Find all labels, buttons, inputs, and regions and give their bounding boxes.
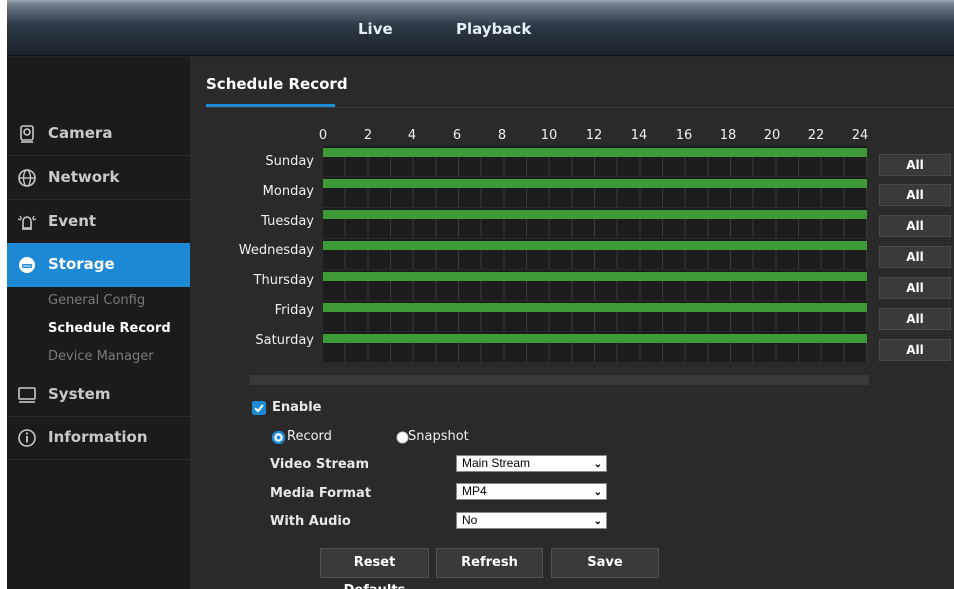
hour-label: 2	[363, 128, 373, 143]
record-bar	[323, 272, 867, 281]
sidebar-item-event[interactable]: Event	[7, 200, 190, 244]
sidebar-item-storage[interactable]: Storage	[7, 243, 200, 287]
snapshot-radio-label: Snapshot	[408, 429, 469, 444]
chevron-down-icon: ⌄	[593, 487, 602, 498]
video-stream-value: Main Stream	[462, 456, 531, 470]
divider	[206, 107, 954, 108]
main-panel: Schedule Record 0 2 4 6 8 10 12 14 16 18…	[190, 57, 954, 589]
sidebar-subitem-general-config[interactable]: General Config	[48, 293, 145, 308]
schedule-grid	[323, 312, 867, 331]
record-radio[interactable]	[272, 431, 285, 444]
all-button-saturday[interactable]: All	[879, 339, 951, 361]
day-label-wednesday: Wednesday	[238, 243, 314, 258]
day-label-thursday: Thursday	[253, 273, 314, 288]
day-label-tuesday: Tuesday	[261, 214, 314, 229]
hour-label: 18	[719, 128, 737, 143]
media-format-value: MP4	[462, 484, 487, 498]
media-format-select[interactable]: MP4 ⌄	[456, 483, 607, 500]
hour-label: 20	[763, 128, 781, 143]
sidebar-item-label: Network	[48, 168, 120, 186]
schedule-row-sunday[interactable]	[323, 146, 867, 176]
nav-playback[interactable]: Playback	[456, 20, 531, 38]
enable-checkbox[interactable]	[252, 401, 266, 415]
sidebar-item-label: Camera	[48, 124, 113, 142]
monitor-icon	[18, 387, 36, 403]
hour-label: 14	[630, 128, 648, 143]
day-label-sunday: Sunday	[265, 154, 314, 169]
sidebar-item-information[interactable]: Information	[7, 416, 190, 460]
top-navigation-bar: Live Playback	[7, 0, 954, 56]
with-audio-value: No	[462, 513, 478, 527]
enable-label: Enable	[272, 400, 322, 415]
save-button[interactable]: Save	[551, 548, 659, 578]
schedule-row-thursday[interactable]	[323, 270, 867, 300]
day-label-monday: Monday	[262, 184, 314, 199]
with-audio-select[interactable]: No ⌄	[456, 512, 607, 529]
hour-label: 10	[540, 128, 558, 143]
sidebar-subitem-schedule-record[interactable]: Schedule Record	[48, 321, 171, 336]
sidebar-item-network[interactable]: Network	[7, 156, 190, 200]
record-bar	[323, 334, 867, 343]
page-title[interactable]: Schedule Record	[206, 75, 348, 93]
schedule-grid	[323, 219, 867, 238]
schedule-row-wednesday[interactable]	[323, 239, 867, 269]
sidebar-item-label: Storage	[48, 255, 115, 273]
all-button-sunday[interactable]: All	[879, 154, 951, 176]
storage-icon	[19, 257, 35, 273]
schedule-grid	[323, 157, 867, 176]
sidebar-item-system[interactable]: System	[7, 373, 190, 417]
sidebar-item-label: Information	[48, 428, 148, 446]
hour-label: 8	[497, 128, 507, 143]
record-bar	[323, 148, 867, 157]
all-button-wednesday[interactable]: All	[879, 246, 951, 268]
record-radio-label: Record	[287, 429, 332, 444]
hour-label: 16	[675, 128, 693, 143]
sidebar-item-label: Event	[48, 212, 97, 230]
schedule-row-friday[interactable]	[323, 301, 867, 331]
record-bar	[323, 179, 867, 188]
sidebar-item-label: System	[48, 385, 111, 403]
hour-label: 4	[407, 128, 417, 143]
all-button-thursday[interactable]: All	[879, 277, 951, 299]
globe-icon	[18, 169, 36, 187]
hour-label: 24	[851, 128, 869, 143]
hour-label: 12	[585, 128, 603, 143]
video-stream-select[interactable]: Main Stream ⌄	[456, 455, 607, 472]
all-button-monday[interactable]: All	[879, 184, 951, 206]
schedule-row-saturday[interactable]	[323, 332, 867, 362]
camera-icon	[20, 125, 34, 143]
schedule-grid	[323, 343, 867, 362]
info-icon	[18, 429, 36, 447]
hour-label: 6	[452, 128, 462, 143]
sidebar-subitem-device-manager[interactable]: Device Manager	[48, 349, 154, 364]
chevron-down-icon: ⌄	[593, 459, 602, 470]
day-label-friday: Friday	[274, 303, 314, 318]
schedule-row-monday[interactable]	[323, 177, 867, 207]
with-audio-label: With Audio	[270, 514, 351, 529]
hour-label: 22	[807, 128, 825, 143]
schedule-grid	[323, 188, 867, 207]
record-bar	[323, 210, 867, 219]
alarm-icon	[17, 215, 37, 230]
video-stream-label: Video Stream	[270, 457, 369, 472]
schedule-row-tuesday[interactable]	[323, 208, 867, 238]
record-bar	[323, 303, 867, 312]
schedule-grid	[323, 250, 867, 269]
hour-label: 0	[318, 128, 328, 143]
refresh-button[interactable]: Refresh	[436, 548, 543, 578]
all-button-friday[interactable]: All	[879, 308, 951, 330]
media-format-label: Media Format	[270, 486, 372, 501]
nav-live[interactable]: Live	[358, 20, 393, 38]
record-bar	[323, 241, 867, 250]
reset-defaults-button[interactable]: Reset Defaults	[320, 548, 429, 589]
chevron-down-icon: ⌄	[593, 516, 602, 527]
sidebar-item-camera[interactable]: Camera	[7, 112, 190, 156]
sidebar: Camera Network Event Storage General Con…	[7, 57, 200, 589]
horizontal-scrollbar[interactable]	[250, 375, 869, 385]
schedule-grid	[323, 281, 867, 300]
app-window: Live Playback Camera Network Event Stora…	[7, 0, 954, 589]
all-button-tuesday[interactable]: All	[879, 215, 951, 237]
day-label-saturday: Saturday	[255, 333, 314, 348]
